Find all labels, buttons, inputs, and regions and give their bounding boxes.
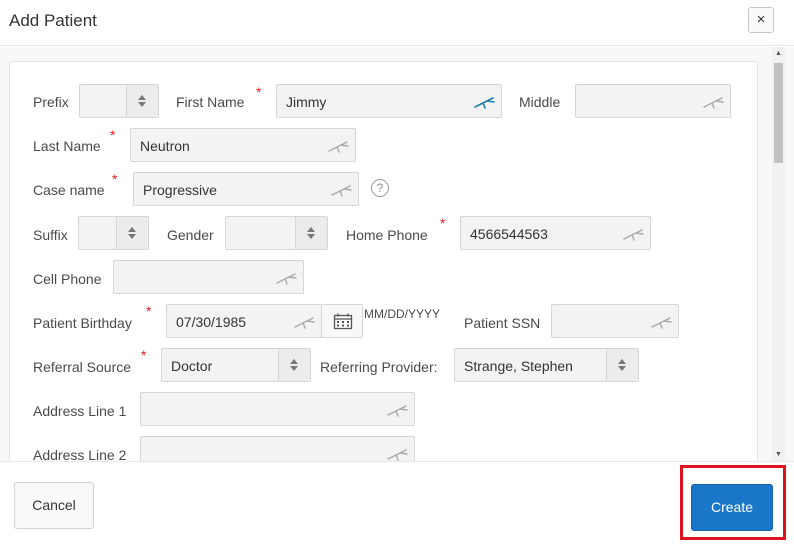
suffix-label: Suffix: [33, 227, 68, 243]
prefix-label: Prefix: [33, 94, 69, 110]
pen-icon[interactable]: [650, 314, 672, 330]
select-arrows-icon: [126, 85, 158, 117]
address-line-1-label: Address Line 1: [33, 403, 127, 419]
required-marker: *: [146, 303, 152, 319]
suffix-select[interactable]: [78, 216, 149, 250]
pen-icon[interactable]: [702, 94, 724, 110]
case-name-input[interactable]: Progressive: [133, 172, 359, 206]
required-marker: *: [110, 127, 116, 143]
last-name-label: Last Name: [33, 138, 101, 154]
referring-provider-select[interactable]: Strange, Stephen: [454, 348, 639, 382]
middle-input[interactable]: [575, 84, 731, 118]
scroll-thumb[interactable]: [774, 63, 783, 163]
dialog-body: Prefix First Name * Jimmy Middle Last Na…: [0, 47, 794, 461]
referral-source-select[interactable]: Doctor: [161, 348, 311, 382]
home-phone-label: Home Phone: [346, 227, 428, 243]
pen-icon[interactable]: [275, 270, 297, 286]
patient-birthday-input[interactable]: 07/30/1985: [166, 304, 322, 338]
help-icon[interactable]: ?: [371, 179, 389, 197]
prefix-select[interactable]: [79, 84, 159, 118]
pen-icon[interactable]: [327, 138, 349, 154]
patient-ssn-input[interactable]: [551, 304, 679, 338]
first-name-input[interactable]: Jimmy: [276, 84, 502, 118]
add-patient-dialog: Add Patient × Prefix First Name * Jimmy …: [0, 0, 794, 560]
referral-source-label: Referral Source: [33, 359, 132, 375]
cell-phone-input[interactable]: [113, 260, 304, 294]
cell-phone-label: Cell Phone: [33, 271, 102, 287]
gender-select[interactable]: [225, 216, 328, 250]
gender-label: Gender: [167, 227, 214, 243]
first-name-label: First Name: [176, 94, 245, 110]
scroll-down-arrow-icon[interactable]: ▼: [772, 448, 785, 461]
last-name-input[interactable]: Neutron: [130, 128, 356, 162]
pen-icon[interactable]: [386, 446, 408, 461]
required-marker: *: [440, 215, 446, 231]
pen-icon[interactable]: [386, 402, 408, 418]
form-scrollbar[interactable]: ▲ ▼: [772, 47, 785, 461]
pen-icon[interactable]: [622, 226, 644, 242]
select-arrows-icon: [606, 349, 638, 381]
address-line-2-input[interactable]: [140, 436, 415, 461]
calendar-button[interactable]: [321, 304, 363, 338]
home-phone-input[interactable]: 4566544563: [460, 216, 651, 250]
select-arrows-icon: [116, 217, 148, 249]
pen-icon[interactable]: [330, 182, 352, 198]
scroll-up-arrow-icon[interactable]: ▲: [772, 47, 785, 60]
dialog-header: Add Patient ×: [0, 0, 794, 46]
patient-birthday-label: Patient Birthday: [33, 315, 132, 331]
close-button[interactable]: ×: [748, 7, 774, 33]
case-name-label: Case name: [33, 182, 105, 198]
address-line-2-label: Address Line 2: [33, 447, 127, 461]
dialog-footer: Cancel Create: [0, 461, 794, 560]
required-marker: *: [256, 84, 262, 100]
cancel-button[interactable]: Cancel: [14, 482, 94, 529]
calendar-icon: [333, 313, 353, 330]
required-marker: *: [112, 171, 118, 187]
select-arrows-icon: [278, 349, 310, 381]
pen-icon[interactable]: [473, 94, 495, 110]
referring-provider-label: Referring Provider:: [320, 359, 438, 375]
required-marker: *: [141, 347, 147, 363]
pen-icon[interactable]: [293, 314, 315, 330]
create-highlight-box: Create: [680, 465, 786, 540]
dialog-title: Add Patient: [9, 11, 97, 30]
select-arrows-icon: [295, 217, 327, 249]
address-line-1-input[interactable]: [140, 392, 415, 426]
close-icon: ×: [756, 11, 766, 28]
middle-label: Middle: [519, 94, 561, 110]
create-button[interactable]: Create: [691, 484, 773, 531]
date-format-hint: MM/DD/YYYY: [364, 307, 441, 321]
patient-ssn-label: Patient SSN: [464, 315, 541, 331]
